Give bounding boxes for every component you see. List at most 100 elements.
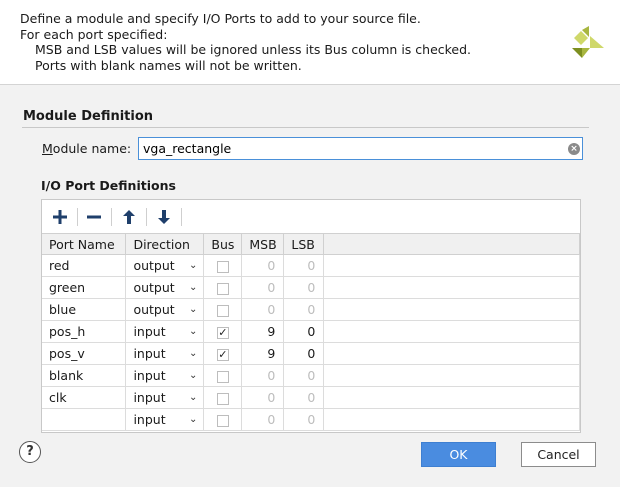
col-filler bbox=[323, 234, 580, 255]
msb-cell[interactable]: 0 bbox=[241, 298, 285, 321]
msb-cell[interactable]: 0 bbox=[241, 276, 285, 299]
chevron-down-icon[interactable]: ⌄ bbox=[189, 392, 197, 403]
toolbar-separator bbox=[146, 208, 147, 226]
port-toolbar bbox=[42, 200, 580, 234]
direction-value: input bbox=[133, 412, 166, 427]
move-up-button[interactable] bbox=[118, 206, 140, 228]
table-row[interactable]: red output ⌄ 0 0 bbox=[42, 254, 580, 277]
add-port-button[interactable] bbox=[49, 206, 71, 228]
io-port-table: Port Name Direction Bus MSB LSB red outpu… bbox=[42, 234, 580, 431]
filler-cell bbox=[323, 408, 580, 431]
port-name-cell[interactable]: green bbox=[42, 276, 127, 299]
arrow-up-icon bbox=[123, 210, 135, 224]
direction-cell[interactable]: output ⌄ bbox=[125, 276, 205, 299]
lsb-cell[interactable]: 0 bbox=[283, 254, 325, 277]
msb-cell[interactable]: 0 bbox=[241, 386, 285, 409]
table-row[interactable]: green output ⌄ 0 0 bbox=[42, 276, 580, 299]
bus-cell bbox=[203, 298, 243, 321]
direction-cell[interactable]: input ⌄ bbox=[125, 408, 205, 431]
help-button[interactable]: ? bbox=[19, 441, 41, 463]
cancel-button[interactable]: Cancel bbox=[521, 442, 596, 467]
bus-checkbox[interactable] bbox=[216, 260, 229, 273]
table-row[interactable]: pos_h input ⌄ ✓ 9 0 bbox=[42, 320, 580, 343]
col-port-name[interactable]: Port Name bbox=[42, 234, 127, 255]
module-name-label: Module name: bbox=[42, 141, 132, 156]
port-name-cell[interactable]: pos_h bbox=[42, 320, 127, 343]
toolbar-separator bbox=[111, 208, 112, 226]
table-row[interactable]: input ⌄ 0 0 bbox=[42, 408, 580, 431]
plus-icon bbox=[53, 210, 67, 224]
bus-cell bbox=[203, 386, 243, 409]
direction-cell[interactable]: input ⌄ bbox=[125, 364, 205, 387]
bus-checkbox[interactable] bbox=[216, 414, 229, 427]
col-direction[interactable]: Direction bbox=[125, 234, 205, 255]
col-bus[interactable]: Bus bbox=[203, 234, 243, 255]
lsb-cell[interactable]: 0 bbox=[283, 386, 325, 409]
bus-cell: ✓ bbox=[203, 320, 243, 343]
table-row[interactable]: blue output ⌄ 0 0 bbox=[42, 298, 580, 321]
ok-button[interactable]: OK bbox=[421, 442, 496, 467]
bus-cell bbox=[203, 408, 243, 431]
header-line-2: For each port specified: bbox=[20, 27, 168, 42]
direction-cell[interactable]: input ⌄ bbox=[125, 342, 205, 365]
chevron-down-icon[interactable]: ⌄ bbox=[189, 282, 197, 293]
lsb-cell[interactable]: 0 bbox=[283, 320, 325, 343]
port-name-cell[interactable]: blue bbox=[42, 298, 127, 321]
port-name-cell[interactable]: red bbox=[42, 254, 127, 277]
direction-cell[interactable]: output ⌄ bbox=[125, 254, 205, 277]
port-name-cell[interactable]: blank bbox=[42, 364, 127, 387]
lsb-cell[interactable]: 0 bbox=[283, 364, 325, 387]
move-down-button[interactable] bbox=[153, 206, 175, 228]
header-line-1: Define a module and specify I/O Ports to… bbox=[20, 11, 421, 26]
msb-cell[interactable]: 9 bbox=[241, 342, 285, 365]
bus-checkbox[interactable] bbox=[216, 282, 229, 295]
filler-cell bbox=[323, 342, 580, 365]
minus-icon bbox=[87, 215, 101, 219]
direction-cell[interactable]: input ⌄ bbox=[125, 320, 205, 343]
bus-checkbox[interactable]: ✓ bbox=[216, 326, 229, 339]
port-name-cell[interactable]: clk bbox=[42, 386, 127, 409]
filler-cell bbox=[323, 364, 580, 387]
table-row[interactable]: blank input ⌄ 0 0 bbox=[42, 364, 580, 387]
msb-cell[interactable]: 9 bbox=[241, 320, 285, 343]
direction-value: output bbox=[133, 280, 175, 295]
bus-checkbox[interactable] bbox=[216, 392, 229, 405]
port-name-cell[interactable]: pos_v bbox=[42, 342, 127, 365]
msb-cell[interactable]: 0 bbox=[241, 408, 285, 431]
remove-port-button[interactable] bbox=[83, 206, 105, 228]
filler-cell bbox=[323, 320, 580, 343]
table-row[interactable]: pos_v input ⌄ ✓ 9 0 bbox=[42, 342, 580, 365]
clear-input-icon[interactable]: × bbox=[568, 143, 580, 155]
table-header-row: Port Name Direction Bus MSB LSB bbox=[42, 234, 580, 255]
port-name-cell[interactable] bbox=[42, 408, 127, 431]
lsb-cell[interactable]: 0 bbox=[283, 298, 325, 321]
chevron-down-icon[interactable]: ⌄ bbox=[189, 326, 197, 337]
filler-cell bbox=[323, 254, 580, 277]
bus-checkbox[interactable]: ✓ bbox=[216, 348, 229, 361]
arrow-down-icon bbox=[158, 210, 170, 224]
direction-cell[interactable]: output ⌄ bbox=[125, 298, 205, 321]
bus-checkbox[interactable] bbox=[216, 370, 229, 383]
filler-cell bbox=[323, 276, 580, 299]
table-row[interactable]: clk input ⌄ 0 0 bbox=[42, 386, 580, 409]
lsb-cell[interactable]: 0 bbox=[283, 408, 325, 431]
filler-cell bbox=[323, 298, 580, 321]
col-lsb[interactable]: LSB bbox=[283, 234, 325, 255]
module-name-input[interactable] bbox=[138, 137, 583, 160]
bus-checkbox[interactable] bbox=[216, 304, 229, 317]
chevron-down-icon[interactable]: ⌄ bbox=[189, 414, 197, 425]
chevron-down-icon[interactable]: ⌄ bbox=[189, 370, 197, 381]
chevron-down-icon[interactable]: ⌄ bbox=[189, 260, 197, 271]
direction-cell[interactable]: input ⌄ bbox=[125, 386, 205, 409]
lsb-cell[interactable]: 0 bbox=[283, 342, 325, 365]
chevron-down-icon[interactable]: ⌄ bbox=[189, 348, 197, 359]
bus-cell bbox=[203, 364, 243, 387]
chevron-down-icon[interactable]: ⌄ bbox=[189, 304, 197, 315]
msb-cell[interactable]: 0 bbox=[241, 254, 285, 277]
col-msb[interactable]: MSB bbox=[241, 234, 285, 255]
filler-cell bbox=[323, 386, 580, 409]
lsb-cell[interactable]: 0 bbox=[283, 276, 325, 299]
bus-cell: ✓ bbox=[203, 342, 243, 365]
direction-value: output bbox=[133, 258, 175, 273]
msb-cell[interactable]: 0 bbox=[241, 364, 285, 387]
